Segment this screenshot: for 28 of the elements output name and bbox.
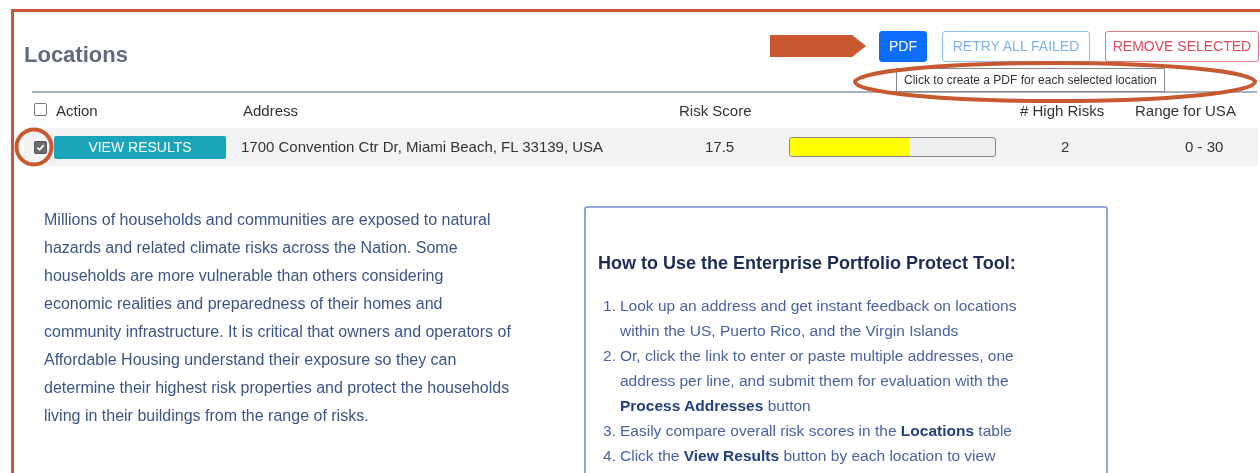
column-header: Risk Score [679,102,752,119]
step-text: Click the View Results button by each location to view [620,446,996,466]
step-number: 2. [602,346,616,366]
column-header: Range for USA [1135,102,1236,119]
column-header: # High Risks [1020,102,1105,119]
column-header: Action [56,102,98,119]
circle-annotation [14,127,54,167]
table-cell: 17.5 [705,137,735,155]
step-number: 3. [602,421,616,441]
tooltip: Click to create a PDF for each selected location [896,68,1165,92]
table-cell: 2 [1061,137,1070,155]
retry-button[interactable]: RETRY ALL FAILED [942,31,1090,62]
column-header: Address [243,102,299,119]
checkmark-icon [36,142,45,152]
step-number: 4. [602,446,616,466]
table-cell: 0 - 30 [1185,137,1224,155]
step-text: Look up an address and get instant feedback on locations within the US, Puerto Rico, and the Virgin Islands [620,296,1018,341]
card-heading: How to Use the Enterprise Portfolio Protect Tool: [598,252,1017,275]
table-cell: 1700 Convention Ctr Dr, Miami Beach, FL 33139, USA [241,137,604,155]
pdf-button[interactable]: PDF [879,31,927,62]
checkbox[interactable] [34,140,47,154]
remove-button[interactable]: REMOVE SELECTED [1105,31,1259,62]
view-results-button[interactable]: VIEW RESULTS [54,135,226,159]
section-title: Locations [24,41,128,69]
step-number: 1. [602,296,616,316]
intro-paragraph: Millions of households and communities are exposed to natural hazards and related climate risks across the Nation. Some households are more vulnerable than others considering economic realities and preparedness of their homes and community infrastructure. It is critical that owners and operators of Affordable Housing understand their exposure so they can determine their highest risk properties and protect the households living in their buildings from the range of risks. [44,210,512,426]
step-text: Easily compare overall risk scores in the Locations table [620,421,1012,441]
checkbox[interactable] [34,103,47,116]
